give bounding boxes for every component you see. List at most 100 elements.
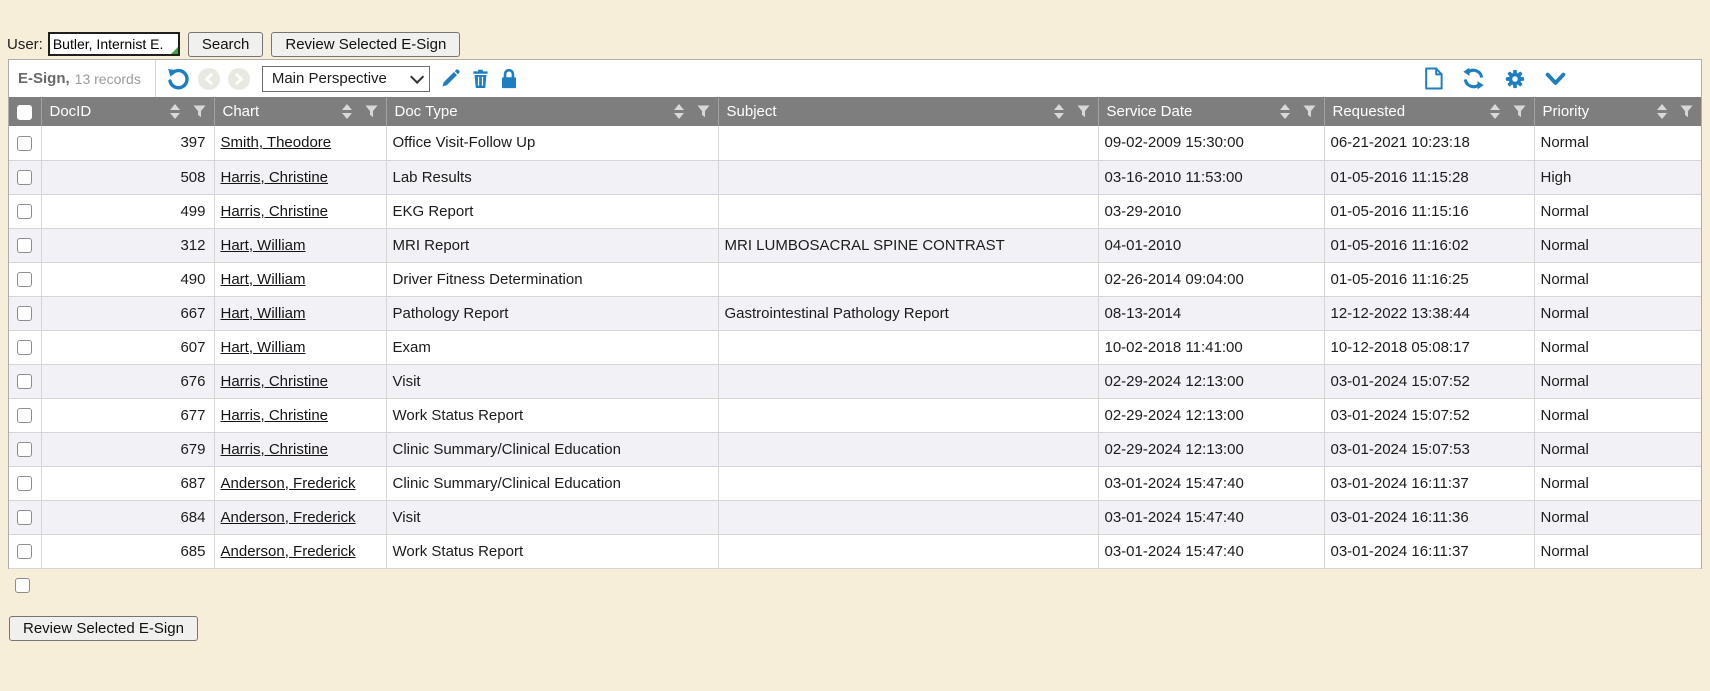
chart-link[interactable]: Hart, William (221, 305, 306, 322)
chart-link[interactable]: Harris, Christine (221, 407, 329, 424)
filter-icon[interactable] (365, 105, 378, 118)
column-header-priority[interactable]: Priority (1534, 97, 1701, 126)
cell-docid: 676 (41, 364, 214, 398)
cell-docid: 508 (41, 160, 214, 194)
user-label: User: (7, 36, 43, 53)
lock-perspective-icon[interactable] (500, 68, 518, 89)
row-select-cell (9, 262, 41, 296)
cell-requested: 01-05-2016 11:16:25 (1324, 262, 1534, 296)
toolbar-divider (155, 60, 156, 97)
cell-service-date: 08-13-2014 (1098, 296, 1324, 330)
cell-doc-type: Visit (386, 364, 718, 398)
chart-link[interactable]: Anderson, Frederick (221, 475, 356, 492)
new-document-icon[interactable] (1423, 67, 1443, 90)
column-header-doc-type[interactable]: Doc Type (386, 97, 718, 126)
select-all-checkbox[interactable] (17, 105, 32, 120)
cell-priority: Normal (1534, 432, 1701, 466)
user-input[interactable] (48, 32, 180, 56)
chart-link[interactable]: Smith, Theodore (221, 134, 332, 151)
cell-requested: 03-01-2024 16:11:37 (1324, 534, 1534, 568)
row-select-cell (9, 228, 41, 262)
column-header-service-date[interactable]: Service Date (1098, 97, 1324, 126)
empty-row-checkbox[interactable] (15, 578, 30, 593)
row-checkbox[interactable] (17, 170, 32, 185)
filter-icon[interactable] (1513, 105, 1526, 118)
column-header-chart[interactable]: Chart (214, 97, 386, 126)
cell-chart: Smith, Theodore (214, 126, 386, 160)
row-checkbox[interactable] (17, 374, 32, 389)
cell-subject (718, 466, 1098, 500)
chart-link[interactable]: Harris, Christine (221, 373, 329, 390)
refresh-icon[interactable] (1462, 67, 1485, 90)
chart-link[interactable]: Hart, William (221, 271, 306, 288)
sort-icon[interactable] (170, 104, 180, 119)
cell-chart: Anderson, Frederick (214, 534, 386, 568)
chart-link[interactable]: Anderson, Frederick (221, 543, 356, 560)
cell-docid: 677 (41, 398, 214, 432)
cell-subject (718, 534, 1098, 568)
delete-perspective-trash-icon[interactable] (471, 68, 490, 89)
row-checkbox[interactable] (17, 272, 32, 287)
row-checkbox[interactable] (17, 238, 32, 253)
filter-icon[interactable] (193, 105, 206, 118)
review-selected-esign-button-top[interactable]: Review Selected E-Sign (271, 32, 460, 57)
chart-link[interactable]: Hart, William (221, 339, 306, 356)
sort-icon[interactable] (1280, 104, 1290, 119)
cell-priority: Normal (1534, 330, 1701, 364)
column-header-subject[interactable]: Subject (718, 97, 1098, 126)
column-header-requested[interactable]: Requested (1324, 97, 1534, 126)
filter-icon[interactable] (1077, 105, 1090, 118)
chart-link[interactable]: Harris, Christine (221, 203, 329, 220)
table-row: 667 Hart, William Pathology Report Gastr… (9, 296, 1701, 330)
collapse-chevron-icon[interactable] (1545, 72, 1566, 86)
sort-icon[interactable] (1490, 104, 1500, 119)
row-select-cell (9, 364, 41, 398)
cell-service-date: 02-29-2024 12:13:00 (1098, 398, 1324, 432)
filter-icon[interactable] (1680, 105, 1693, 118)
table-row: 684 Anderson, Frederick Visit 03-01-2024… (9, 500, 1701, 534)
chart-link[interactable]: Hart, William (221, 237, 306, 254)
search-button[interactable]: Search (188, 32, 264, 57)
row-checkbox[interactable] (17, 544, 32, 559)
toolbar-right-icons (1404, 60, 1566, 97)
grid-record-count: 13 records (75, 71, 141, 87)
sort-icon[interactable] (1657, 104, 1667, 119)
column-header-docid[interactable]: DocID (41, 97, 214, 126)
review-selected-esign-button-bottom[interactable]: Review Selected E-Sign (9, 616, 198, 641)
cell-docid: 684 (41, 500, 214, 534)
perspective-select[interactable]: Main Perspective (262, 66, 430, 92)
row-select-cell (9, 194, 41, 228)
row-checkbox[interactable] (17, 204, 32, 219)
row-checkbox[interactable] (17, 476, 32, 491)
filter-icon[interactable] (697, 105, 710, 118)
chart-link[interactable]: Anderson, Frederick (221, 509, 356, 526)
settings-gear-icon[interactable] (1504, 68, 1526, 90)
cell-requested: 01-05-2016 11:16:02 (1324, 228, 1534, 262)
row-checkbox[interactable] (17, 136, 32, 151)
cell-chart: Harris, Christine (214, 194, 386, 228)
chart-link[interactable]: Harris, Christine (221, 441, 329, 458)
nav-forward-icon[interactable] (228, 68, 250, 90)
filter-icon[interactable] (1303, 105, 1316, 118)
edit-perspective-pencil-icon[interactable] (440, 68, 461, 89)
cell-subject (718, 432, 1098, 466)
row-select-cell (9, 296, 41, 330)
cell-priority: Normal (1534, 126, 1701, 160)
row-checkbox[interactable] (17, 340, 32, 355)
sort-icon[interactable] (342, 104, 352, 119)
row-checkbox[interactable] (17, 408, 32, 423)
row-checkbox[interactable] (17, 442, 32, 457)
chart-link[interactable]: Harris, Christine (221, 169, 329, 186)
sort-icon[interactable] (1054, 104, 1064, 119)
row-checkbox[interactable] (17, 306, 32, 321)
cell-docid: 685 (41, 534, 214, 568)
row-checkbox[interactable] (17, 510, 32, 525)
undo-icon[interactable] (166, 67, 190, 91)
table-row: 685 Anderson, Frederick Work Status Repo… (9, 534, 1701, 568)
user-bar: User: Search Review Selected E-Sign (7, 31, 1710, 57)
column-label: Subject (727, 103, 777, 120)
nav-back-icon[interactable] (198, 68, 220, 90)
sort-icon[interactable] (674, 104, 684, 119)
cell-requested: 12-12-2022 13:38:44 (1324, 296, 1534, 330)
cell-chart: Anderson, Frederick (214, 466, 386, 500)
